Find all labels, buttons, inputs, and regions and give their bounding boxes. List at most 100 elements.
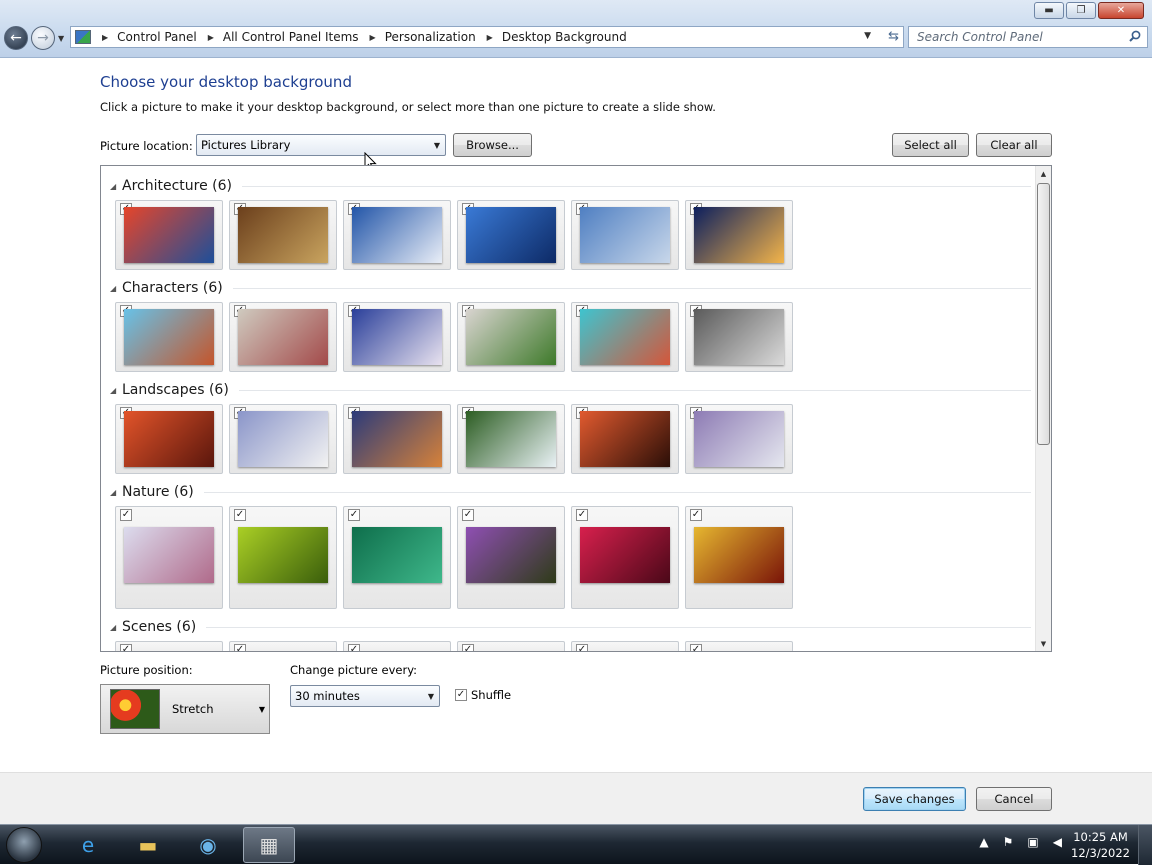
wallpaper-thumbnail[interactable]: ✓: [229, 506, 337, 609]
chevron-right-icon[interactable]: ▶: [487, 33, 493, 42]
wallpaper-thumbnail[interactable]: ✓: [685, 506, 793, 609]
taskbar: e ▬ ◉ ▦ ▲ ⚑ ▣ ◀ 10:25 AM 12/3/2022: [0, 824, 1152, 865]
cancel-button[interactable]: Cancel: [976, 787, 1052, 811]
thumbnail-checkbox[interactable]: ✓: [462, 509, 474, 521]
wallpaper-thumbnail[interactable]: ✓: [457, 200, 565, 270]
chevron-right-icon[interactable]: ▶: [370, 33, 376, 42]
action-center-flag-icon[interactable]: ⚑: [1003, 835, 1014, 849]
group-header[interactable]: ◢ Scenes (6): [101, 617, 1031, 637]
forward-button[interactable]: →: [31, 26, 55, 50]
internet-explorer-icon[interactable]: e: [62, 827, 114, 863]
picture-gallery[interactable]: ▲ ▼ ◢Architecture (6)✓✓✓✓✓✓◢Characters (…: [100, 165, 1052, 652]
wallpaper-thumbnail[interactable]: ✓: [685, 302, 793, 372]
thumbnail-checkbox[interactable]: ✓: [576, 644, 588, 651]
group-header[interactable]: ◢ Landscapes (6): [101, 380, 1031, 400]
scroll-thumb[interactable]: [1037, 183, 1050, 445]
clear-all-button[interactable]: Clear all: [976, 133, 1052, 157]
control-panel-taskbar-icon[interactable]: ▦: [243, 827, 295, 863]
thumbnail-checkbox[interactable]: ✓: [690, 644, 702, 651]
wallpaper-thumbnail[interactable]: ✓: [115, 302, 223, 372]
refresh-icon[interactable]: ⇆: [888, 29, 899, 44]
wallpaper-thumbnail[interactable]: ✓: [229, 302, 337, 372]
group-header[interactable]: ◢ Architecture (6): [101, 176, 1031, 196]
gallery-scrollbar[interactable]: ▲ ▼: [1035, 166, 1051, 651]
wallpaper-thumbnail[interactable]: ✓: [229, 200, 337, 270]
recent-pages-dropdown[interactable]: ▼: [58, 34, 64, 43]
scroll-up-arrow-icon[interactable]: ▲: [1036, 166, 1051, 181]
show-desktop-button[interactable]: [1138, 825, 1152, 865]
wallpaper-thumbnail[interactable]: ✓: [571, 641, 679, 651]
show-hidden-icons-icon[interactable]: ▲: [979, 835, 988, 849]
wallpaper-thumbnail[interactable]: ✓: [343, 506, 451, 609]
wallpaper-thumbnail[interactable]: ✓: [685, 200, 793, 270]
back-button[interactable]: ←: [4, 26, 28, 50]
picture-location-select[interactable]: Pictures Library ▼: [196, 134, 446, 156]
collapse-triangle-icon[interactable]: ◢: [110, 284, 120, 293]
thumbnail-checkbox[interactable]: ✓: [348, 644, 360, 651]
thumbnail-checkbox[interactable]: ✓: [576, 509, 588, 521]
breadcrumb-all-items[interactable]: All Control Panel Items: [223, 30, 359, 44]
thumbnail-checkbox[interactable]: ✓: [120, 509, 132, 521]
wallpaper-thumbnail[interactable]: ✓: [229, 641, 337, 651]
wallpaper-thumbnail[interactable]: ✓: [343, 641, 451, 651]
address-bar[interactable]: ▶ Control Panel ▶ All Control Panel Item…: [70, 26, 904, 48]
wallpaper-thumbnail[interactable]: ✓: [571, 200, 679, 270]
collapse-triangle-icon[interactable]: ◢: [110, 182, 120, 191]
save-changes-button[interactable]: Save changes: [863, 787, 966, 811]
collapse-triangle-icon[interactable]: ◢: [110, 623, 120, 632]
wallpaper-thumbnail[interactable]: ✓: [115, 200, 223, 270]
wallpaper-thumbnail[interactable]: ✓: [457, 641, 565, 651]
address-history-dropdown[interactable]: ▼: [864, 31, 871, 41]
network-icon[interactable]: ▣: [1027, 835, 1038, 849]
minimize-button[interactable]: ▬: [1034, 2, 1064, 19]
change-interval-select[interactable]: 30 minutes ▼: [290, 685, 440, 707]
select-all-button[interactable]: Select all: [892, 133, 969, 157]
wallpaper-thumbnail[interactable]: ✓: [685, 404, 793, 474]
media-player-icon[interactable]: ◉: [182, 827, 234, 863]
thumbnail-checkbox[interactable]: ✓: [690, 509, 702, 521]
group-header[interactable]: ◢ Characters (6): [101, 278, 1031, 298]
breadcrumb-control-panel[interactable]: Control Panel: [117, 30, 197, 44]
wallpaper-thumbnail[interactable]: ✓: [115, 404, 223, 474]
scroll-down-arrow-icon[interactable]: ▼: [1036, 636, 1051, 651]
search-input[interactable]: Search Control Panel: [908, 26, 1148, 48]
clock[interactable]: 10:25 AM 12/3/2022: [1071, 829, 1130, 861]
thumbnail-checkbox[interactable]: ✓: [348, 509, 360, 521]
wallpaper-image: [580, 207, 670, 263]
wallpaper-thumbnail[interactable]: ✓: [571, 302, 679, 372]
thumbnail-checkbox[interactable]: ✓: [120, 644, 132, 651]
browse-button[interactable]: Browse...: [453, 133, 532, 157]
volume-muted-icon[interactable]: ◀: [1053, 835, 1062, 849]
picture-position-select[interactable]: Stretch ▼: [100, 684, 270, 734]
chevron-right-icon[interactable]: ▶: [102, 33, 108, 42]
group-header[interactable]: ◢ Nature (6): [101, 482, 1031, 502]
wallpaper-thumbnail[interactable]: ✓: [571, 506, 679, 609]
group-divider: [238, 389, 1031, 391]
collapse-triangle-icon[interactable]: ◢: [110, 488, 120, 497]
wallpaper-thumbnail[interactable]: ✓: [457, 506, 565, 609]
wallpaper-thumbnail[interactable]: ✓: [229, 404, 337, 474]
chevron-right-icon[interactable]: ▶: [208, 33, 214, 42]
close-button[interactable]: ✕: [1098, 2, 1144, 19]
wallpaper-thumbnail[interactable]: ✓: [343, 200, 451, 270]
wallpaper-thumbnail[interactable]: ✓: [571, 404, 679, 474]
search-icon[interactable]: [1129, 30, 1141, 42]
wallpaper-thumbnail[interactable]: ✓: [457, 404, 565, 474]
shuffle-checkbox[interactable]: ✓: [455, 689, 467, 701]
wallpaper-thumbnail[interactable]: ✓: [685, 641, 793, 651]
breadcrumb-personalization[interactable]: Personalization: [385, 30, 476, 44]
shuffle-option[interactable]: ✓ Shuffle: [455, 688, 511, 702]
wallpaper-thumbnail[interactable]: ✓: [115, 641, 223, 651]
wallpaper-thumbnail[interactable]: ✓: [115, 506, 223, 609]
start-button[interactable]: [6, 827, 42, 863]
folder-icon[interactable]: ▬: [122, 827, 174, 863]
wallpaper-thumbnail[interactable]: ✓: [343, 302, 451, 372]
breadcrumb-desktop-background[interactable]: Desktop Background: [502, 30, 627, 44]
thumbnail-checkbox[interactable]: ✓: [234, 509, 246, 521]
thumbnail-checkbox[interactable]: ✓: [234, 644, 246, 651]
wallpaper-thumbnail[interactable]: ✓: [343, 404, 451, 474]
wallpaper-thumbnail[interactable]: ✓: [457, 302, 565, 372]
maximize-button[interactable]: ❐: [1066, 2, 1096, 19]
collapse-triangle-icon[interactable]: ◢: [110, 386, 120, 395]
thumbnail-checkbox[interactable]: ✓: [462, 644, 474, 651]
